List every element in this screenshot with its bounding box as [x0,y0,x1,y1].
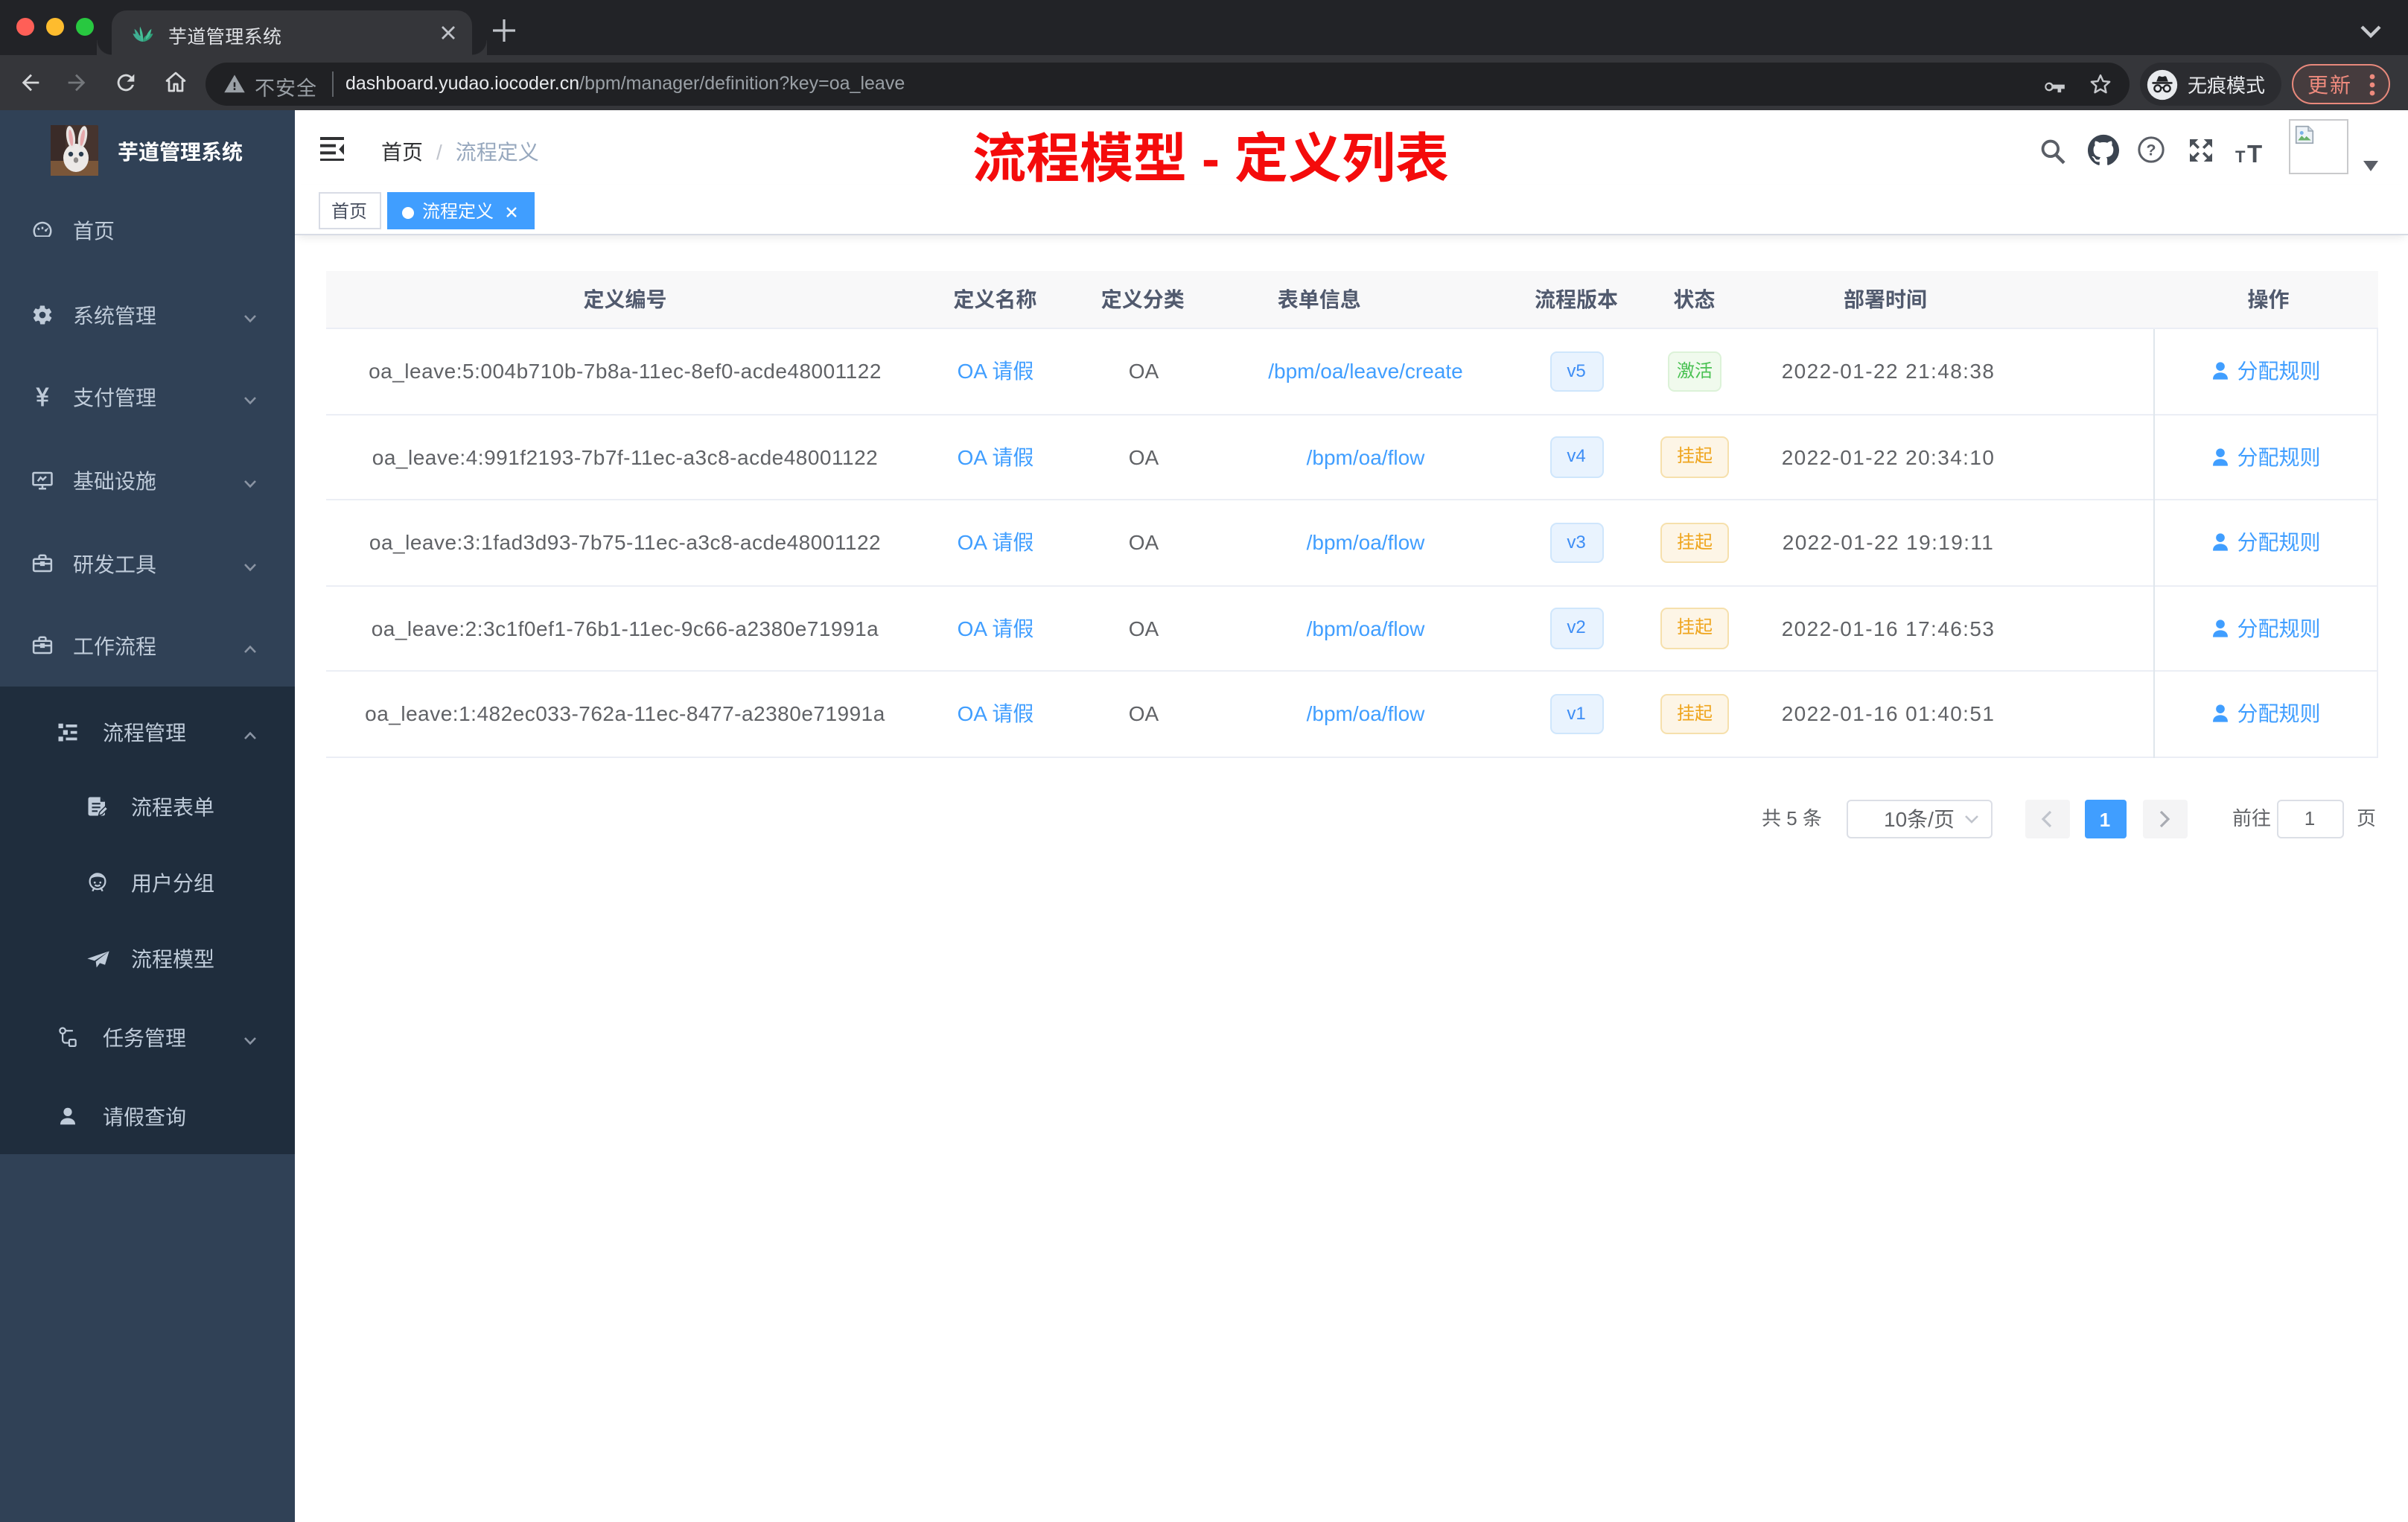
svg-text:T: T [2235,147,2246,164]
svg-text:?: ? [2146,141,2156,159]
svg-text:T: T [2247,140,2262,164]
